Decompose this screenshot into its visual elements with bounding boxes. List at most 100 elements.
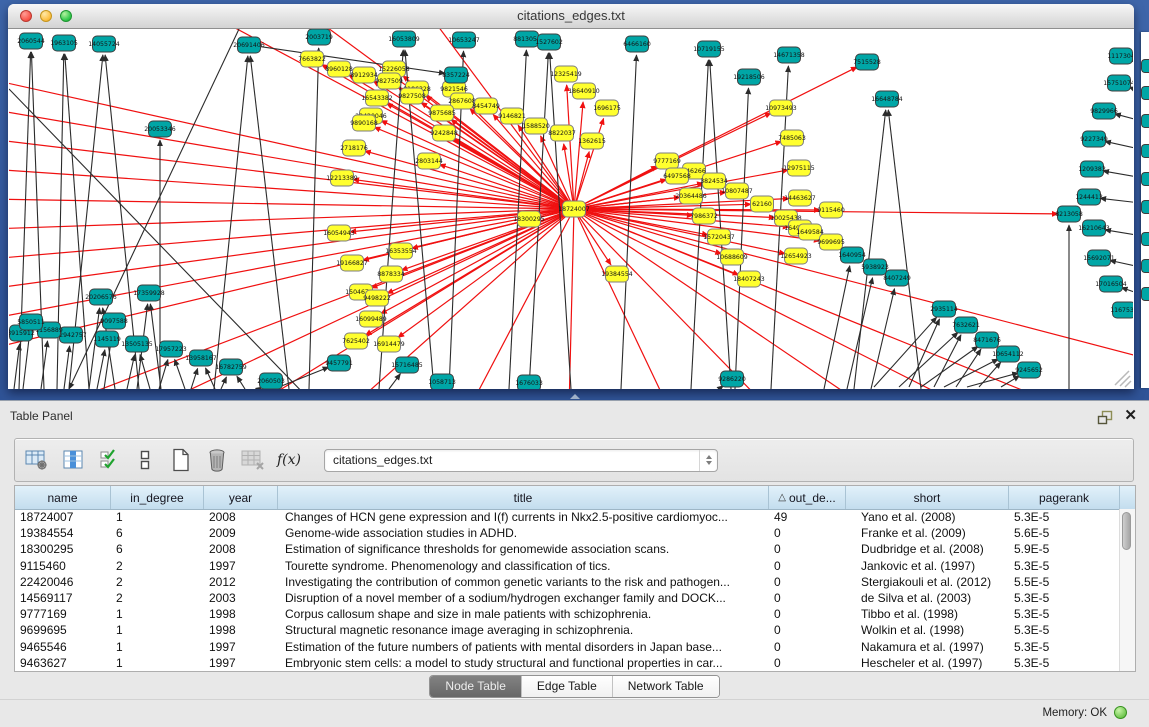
graph-node[interactable]: 15692071 — [1083, 250, 1115, 266]
graph-node[interactable]: 9827508 — [398, 88, 426, 104]
graph-node[interactable]: 2803144 — [415, 153, 443, 169]
cell-short[interactable]: Nakamura et al. (1997) — [846, 640, 1009, 654]
graph-node[interactable]: 18640910 — [568, 83, 600, 99]
cell-title[interactable]: Genome-wide association studies in ADHD. — [278, 526, 769, 540]
graph-node[interactable]: 15751074 — [1103, 75, 1133, 91]
graph-node[interactable]: 20364486 — [675, 188, 707, 204]
network-view[interactable]: 1872400718300295766382289601288912934152… — [9, 29, 1133, 389]
cell-title[interactable]: Structural magnetic resonance image aver… — [278, 623, 769, 637]
cell-pagerank[interactable]: 5.5E-5 — [1009, 575, 1120, 589]
graph-edge[interactable] — [389, 374, 400, 389]
graph-edge[interactable] — [250, 56, 289, 389]
graph-node[interactable]: 9498222 — [363, 290, 391, 306]
delete-column-icon[interactable] — [204, 447, 230, 473]
graph-node[interactable]: 9227349 — [1080, 131, 1108, 147]
graph-node[interactable]: 1963105 — [50, 35, 78, 51]
table-row[interactable]: 2242004622012Investigating the contribut… — [15, 574, 1120, 590]
cell-pagerank[interactable]: 5.3E-5 — [1009, 640, 1120, 654]
graph-node[interactable]: 8213058 — [1055, 206, 1083, 222]
cell-year[interactable]: 1998 — [204, 607, 278, 621]
cell-title[interactable]: Changes of HCN gene expression and I(f) … — [278, 510, 769, 524]
graph-node[interactable]: 18407243 — [733, 271, 765, 287]
cell-pagerank[interactable]: 5.3E-5 — [1009, 591, 1120, 605]
graph-edge[interactable] — [847, 278, 873, 389]
graph-edge[interactable] — [9, 209, 574, 229]
graph-node[interactable]: 1209383 — [1078, 161, 1106, 177]
graph-node[interactable]: 9890168 — [350, 115, 378, 131]
graph-node[interactable]: 17359928 — [133, 285, 165, 301]
graph-node[interactable]: 62160 — [751, 196, 774, 212]
graph-edge[interactable] — [64, 346, 70, 389]
cell-short[interactable]: Wolkin et al. (1998) — [846, 623, 1009, 637]
cell-out_degree[interactable]: 0 — [769, 526, 846, 540]
graph-node[interactable]: 16099489 — [355, 311, 387, 327]
graph-node[interactable]: 12325419 — [550, 66, 582, 82]
graph-edge[interactable] — [710, 60, 731, 389]
table-row[interactable]: 1872400712008Changes of HCN gene express… — [15, 509, 1120, 525]
table-select-dropdown[interactable]: citations_edges.txt — [324, 449, 718, 472]
graph-edge[interactable] — [214, 56, 248, 389]
graph-node[interactable]: 12213389 — [326, 170, 358, 186]
graph-node[interactable]: 3824534 — [700, 173, 728, 189]
graph-node[interactable]: 7986372 — [690, 208, 718, 224]
graph-edge[interactable] — [1121, 288, 1133, 297]
graph-node[interactable]: 18300295 — [513, 211, 545, 227]
graph-node[interactable]: 9875685 — [428, 105, 456, 121]
graph-node[interactable]: 10688609 — [716, 249, 748, 265]
cell-title[interactable]: Tourette syndrome. Phenomenology and cla… — [278, 559, 769, 573]
graph-node[interactable]: 2003719 — [305, 29, 333, 45]
cell-name[interactable]: 9777169 — [15, 607, 111, 621]
cell-year[interactable]: 1997 — [204, 656, 278, 670]
graph-node[interactable]: 15716485 — [391, 357, 423, 373]
cell-pagerank[interactable]: 5.9E-5 — [1009, 542, 1120, 556]
select-rows-icon[interactable] — [96, 447, 122, 473]
graph-node[interactable]: 8471676 — [973, 332, 1001, 348]
cell-out_degree[interactable]: 0 — [769, 640, 846, 654]
graph-node[interactable]: 16353554 — [385, 243, 417, 259]
graph-node[interactable]: 1696175 — [593, 100, 621, 116]
graph-edge[interactable] — [237, 376, 245, 389]
graph-node[interactable]: 10653247 — [448, 32, 480, 48]
cell-out_degree[interactable]: 0 — [769, 591, 846, 605]
cell-in_degree[interactable]: 6 — [111, 542, 204, 556]
tab-network-table[interactable]: Network Table — [612, 676, 719, 697]
cell-short[interactable]: Tibbo et al. (1998) — [846, 607, 1009, 621]
table-row[interactable]: 911546021997Tourette syndrome. Phenomeno… — [15, 558, 1120, 574]
cell-name[interactable]: 14569117 — [15, 591, 111, 605]
graph-edge[interactable] — [191, 368, 198, 389]
cell-name[interactable]: 18300295 — [15, 542, 111, 556]
graph-node[interactable]: 13505135 — [121, 336, 153, 352]
cell-title[interactable]: Investigating the contribution of common… — [278, 575, 769, 589]
graph-node[interactable]: 8357224 — [442, 67, 470, 83]
cell-out_degree[interactable]: 0 — [769, 575, 846, 589]
graph-node[interactable]: 17016504 — [1095, 276, 1127, 292]
graph-edge[interactable] — [567, 85, 574, 209]
graph-edge[interactable] — [1105, 141, 1133, 151]
graph-node[interactable]: 19218506 — [733, 69, 765, 85]
table-row[interactable]: 946554611997Estimation of the future num… — [15, 639, 1120, 655]
cell-name[interactable]: 18724007 — [15, 510, 111, 524]
graph-node[interactable]: 2718176 — [340, 140, 368, 156]
cell-short[interactable]: Dudbridge et al. (2008) — [846, 542, 1009, 556]
merge-cells-icon[interactable] — [132, 447, 158, 473]
cell-title[interactable]: Disruption of a novel member of a sodium… — [278, 591, 769, 605]
graph-node[interactable]: 1362615 — [578, 133, 606, 149]
graph-edge[interactable] — [735, 88, 749, 389]
cell-short[interactable]: Stergiakouli et al. (2012) — [846, 575, 1009, 589]
graph-node[interactable]: 1676033 — [515, 375, 543, 389]
graph-node[interactable]: 14055724 — [88, 36, 120, 52]
graph-edge[interactable] — [956, 349, 981, 387]
cell-out_degree[interactable]: 0 — [769, 607, 846, 621]
background-window-sliver[interactable] — [1141, 32, 1149, 388]
graph-edge[interactable] — [574, 209, 969, 389]
cell-in_degree[interactable]: 1 — [111, 623, 204, 637]
table-vertical-scrollbar[interactable] — [1119, 509, 1135, 671]
cell-name[interactable]: 9465546 — [15, 640, 111, 654]
new-column-icon[interactable] — [168, 447, 194, 473]
graph-edge[interactable] — [175, 359, 185, 389]
graph-node[interactable]: 9457791 — [325, 355, 353, 371]
cell-year[interactable]: 2003 — [204, 591, 278, 605]
graph-node[interactable]: 1588520 — [522, 118, 550, 134]
graph-node[interactable]: 16054943 — [323, 225, 355, 241]
graph-node[interactable]: 12975115 — [783, 160, 815, 176]
